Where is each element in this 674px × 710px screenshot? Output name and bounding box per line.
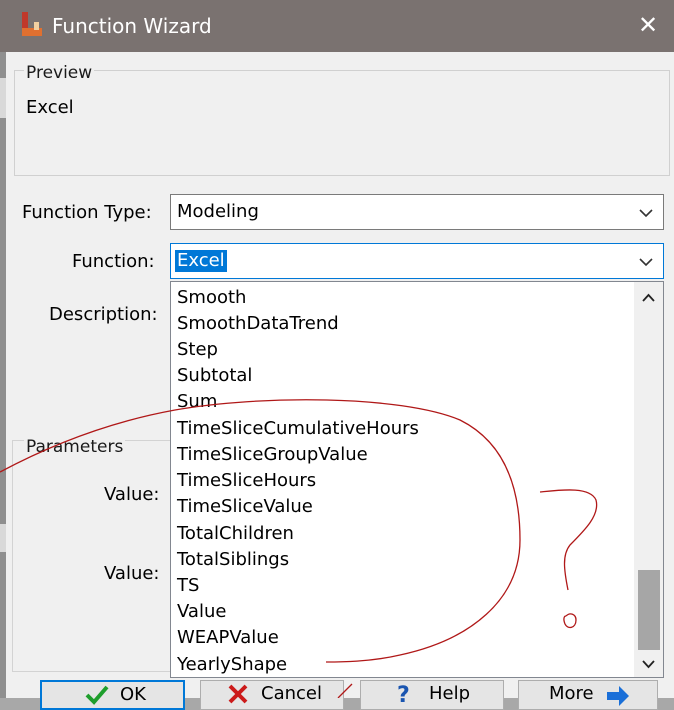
list-item[interactable]: TotalSiblings	[177, 548, 289, 572]
scroll-up-icon[interactable]	[634, 286, 663, 310]
app-icon	[20, 12, 44, 38]
list-item[interactable]: WEAPValue	[177, 626, 279, 650]
preview-group-label: Preview	[24, 62, 95, 84]
ok-label: OK	[120, 684, 146, 705]
check-icon	[85, 685, 109, 705]
param-value-label: Value:	[104, 563, 160, 584]
list-item[interactable]: SmoothDataTrend	[177, 312, 339, 336]
list-item[interactable]: Step	[177, 338, 218, 362]
preview-value: Excel	[26, 97, 74, 118]
ok-button[interactable]: OK	[40, 680, 185, 710]
preview-group	[14, 70, 670, 176]
param-value-label: Value:	[104, 484, 160, 505]
list-item[interactable]: TotalChildren	[177, 522, 294, 546]
list-item[interactable]: TimeSliceGroupValue	[177, 443, 368, 467]
list-item[interactable]: TS	[177, 574, 199, 598]
list-item[interactable]: YearlyShape	[177, 653, 287, 677]
window-title: Function Wizard	[52, 14, 212, 38]
scroll-down-icon[interactable]	[634, 652, 663, 676]
function-label: Function:	[72, 251, 155, 272]
chevron-down-icon[interactable]	[639, 255, 653, 269]
function-type-label: Function Type:	[22, 202, 152, 223]
list-item[interactable]: TimeSliceHours	[177, 469, 316, 493]
more-label: More	[549, 683, 594, 704]
cancel-label: Cancel	[261, 683, 322, 704]
close-icon[interactable]: ✕	[636, 12, 660, 38]
parameters-group-label: Parameters	[24, 436, 126, 458]
arrow-right-icon	[607, 686, 629, 706]
parameters-group	[12, 440, 174, 672]
function-type-dropdown[interactable]: Modeling	[170, 194, 664, 230]
x-icon	[228, 684, 248, 704]
help-label: Help	[429, 683, 471, 704]
title-bar: Function Wizard ✕	[0, 0, 674, 52]
svg-text:?: ?	[397, 683, 410, 705]
list-item[interactable]: Subtotal	[177, 364, 252, 388]
description-label: Description:	[49, 304, 158, 325]
function-value[interactable]: Excel	[175, 250, 227, 272]
function-dropdown-list[interactable]: Smooth SmoothDataTrend Step Subtotal Sum…	[170, 281, 664, 678]
list-item[interactable]: Sum	[177, 390, 217, 414]
cancel-button[interactable]: Cancel	[200, 680, 344, 710]
question-icon: ?	[397, 683, 410, 705]
function-type-value: Modeling	[177, 201, 259, 222]
list-scrollbar[interactable]	[634, 282, 663, 677]
list-item[interactable]: TimeSliceCumulativeHours	[177, 417, 419, 441]
more-button[interactable]: More	[518, 680, 658, 710]
help-button[interactable]: ? Help	[360, 680, 504, 710]
list-item[interactable]: TimeSliceValue	[177, 495, 313, 519]
scrollbar-thumb[interactable]	[638, 570, 660, 650]
function-dropdown[interactable]: Excel	[170, 243, 664, 279]
list-item[interactable]: Smooth	[177, 286, 246, 310]
chevron-down-icon[interactable]	[639, 206, 653, 220]
list-item[interactable]: Value	[177, 600, 226, 624]
